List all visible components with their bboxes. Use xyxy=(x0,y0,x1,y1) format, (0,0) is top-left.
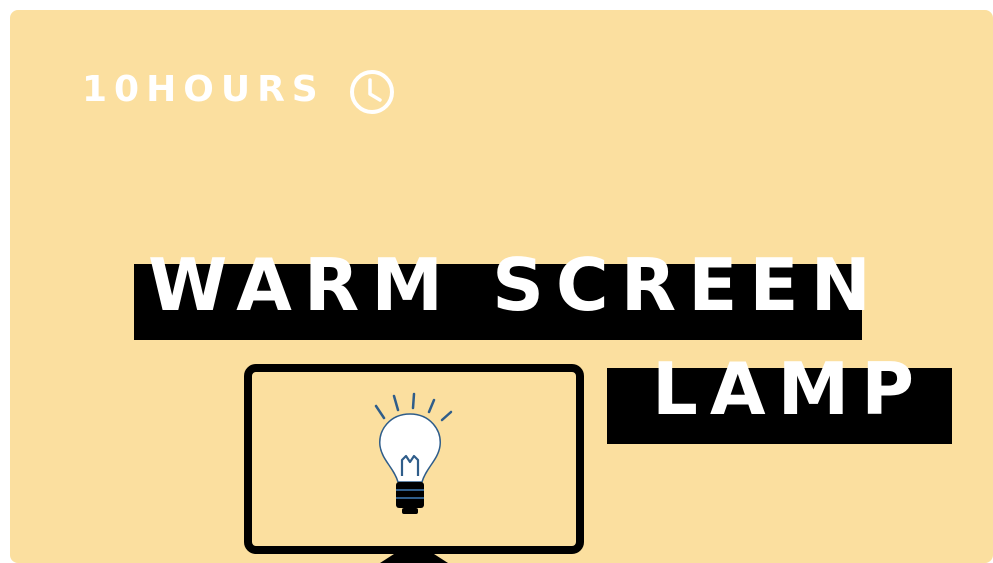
monitor-icon xyxy=(244,364,584,563)
title-line-2: LAMP xyxy=(652,347,927,431)
clock-icon xyxy=(350,70,394,114)
duration-label: 10HOURS xyxy=(82,69,325,110)
thumbnail-frame: 10HOURS WARM SCREEN LAMP xyxy=(10,10,993,563)
title-line-1: WARM SCREEN xyxy=(148,243,883,327)
lightbulb-icon xyxy=(374,392,453,514)
